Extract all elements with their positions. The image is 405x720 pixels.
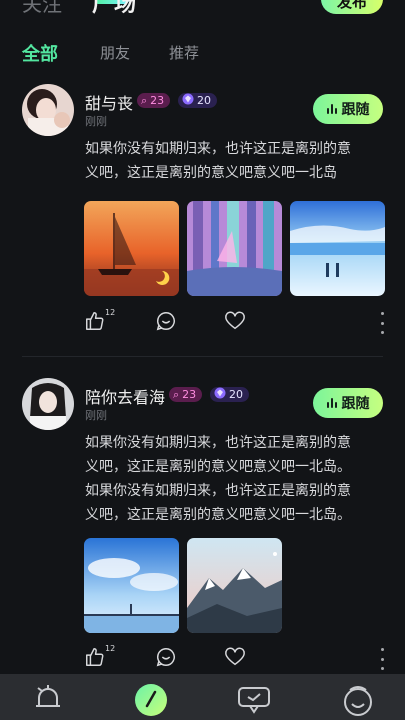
sub-tab-all[interactable]: 全部 [22, 40, 58, 66]
username[interactable]: 甜与丧 [85, 90, 133, 114]
post-actions: 12 [84, 644, 384, 672]
level-badge: ⌕ 23 [169, 387, 203, 402]
post-text: 如果你没有如期归来，也许这正是离别的意 义吧，这正是离别的意义吧意义吧一北岛 [85, 137, 385, 185]
sub-tabs: 全部 朋友 推荐 [0, 38, 405, 70]
image-grid [84, 538, 282, 633]
more-options-icon[interactable] [380, 312, 384, 334]
comment-button[interactable] [155, 310, 181, 336]
follow-bars-icon [326, 398, 337, 408]
follow-button[interactable]: 跟随 [313, 388, 383, 418]
favorite-button[interactable] [224, 310, 250, 336]
like-count: 12 [105, 644, 116, 653]
nav-messages[interactable] [236, 682, 272, 718]
vip-value: 20 [229, 388, 243, 401]
like-button[interactable]: 12 [84, 308, 115, 336]
message-icon [238, 687, 270, 714]
post-text-line: 义吧，这正是离别的意义吧意义吧一北岛。 [85, 507, 351, 523]
comment-icon [156, 312, 175, 331]
post-text-line: 义吧，这正是离别的意义吧意义吧一北岛。 [85, 459, 351, 475]
diamond-icon [182, 93, 194, 108]
plaza-icon [135, 684, 167, 716]
like-count: 12 [105, 308, 116, 317]
nav-plaza[interactable] [133, 682, 169, 718]
level-value: 23 [150, 94, 165, 107]
comment-button[interactable] [155, 646, 181, 672]
follow-bars-icon [326, 104, 337, 114]
level-badge: ⌕ 23 [137, 93, 171, 108]
nav-bell[interactable] [30, 682, 66, 718]
level-icon: ⌕ [173, 387, 180, 401]
nav-profile[interactable] [340, 682, 376, 718]
bottom-nav [0, 674, 405, 720]
favorite-button[interactable] [224, 646, 250, 672]
avatar[interactable] [22, 378, 74, 430]
post-time: 刚刚 [85, 115, 107, 128]
level-icon: ⌕ [141, 93, 148, 107]
avatar[interactable] [22, 84, 74, 136]
post-text: 如果你没有如期归来，也许这正是离别的意 义吧，这正是离别的意义吧意义吧一北岛。 … [85, 431, 385, 527]
heart-icon [225, 647, 245, 666]
snow-mountain-image[interactable] [187, 538, 282, 633]
vip-badge: 20 [178, 93, 217, 108]
heart-icon [225, 311, 245, 330]
divider [22, 356, 383, 357]
like-button[interactable]: 12 [84, 644, 115, 672]
top-header: 关注 广场 发布 [0, 0, 405, 22]
sub-tab-friends[interactable]: 朋友 [100, 42, 130, 63]
sailboat-sunset-image[interactable] [84, 201, 179, 296]
tab-follow[interactable]: 关注 [22, 0, 62, 17]
profile-face-icon [344, 686, 372, 716]
post-text-line: 义吧，这正是离别的意义吧意义吧一北岛 [85, 165, 337, 181]
diamond-icon [214, 387, 226, 402]
username[interactable]: 陪你去看海 [85, 384, 165, 408]
follow-label: 跟随 [341, 396, 370, 412]
image-grid [84, 201, 385, 296]
thumbs-up-icon [86, 312, 104, 330]
purple-forest-image[interactable] [187, 201, 282, 296]
comment-icon [156, 648, 175, 667]
vip-badge: 20 [210, 387, 249, 402]
post-actions: 12 [84, 308, 384, 336]
snowy-beach-image[interactable] [290, 201, 385, 296]
more-options-icon[interactable] [380, 648, 384, 670]
follow-label: 跟随 [341, 102, 370, 118]
vip-value: 20 [197, 94, 211, 107]
level-value: 23 [182, 388, 197, 401]
post-text-line: 如果你没有如期归来，也许这正是离别的意 [85, 435, 351, 451]
thumbs-up-icon [86, 648, 104, 666]
post-text-line: 如果你没有如期归来，也许这正是离别的意 [85, 483, 351, 499]
post-card: 甜与丧 ⌕ 23 20 刚刚 跟随 如果你没有如期归来，也许这正是离别的意 义吧，… [0, 84, 405, 354]
follow-button[interactable]: 跟随 [313, 94, 383, 124]
post-time: 刚刚 [85, 409, 107, 422]
bell-icon [36, 685, 60, 707]
blue-sky-pier-image[interactable] [84, 538, 179, 633]
sub-tab-recommend[interactable]: 推荐 [169, 42, 199, 63]
post-card: 陪你去看海 ⌕ 23 20 刚刚 跟随 如果你没有如期归来，也许这正是离别的意 义… [0, 378, 405, 670]
tab-plaza[interactable]: 广场 [92, 0, 136, 18]
post-text-line: 如果你没有如期归来，也许这正是离别的意 [85, 141, 351, 157]
publish-button[interactable]: 发布 [321, 0, 383, 14]
